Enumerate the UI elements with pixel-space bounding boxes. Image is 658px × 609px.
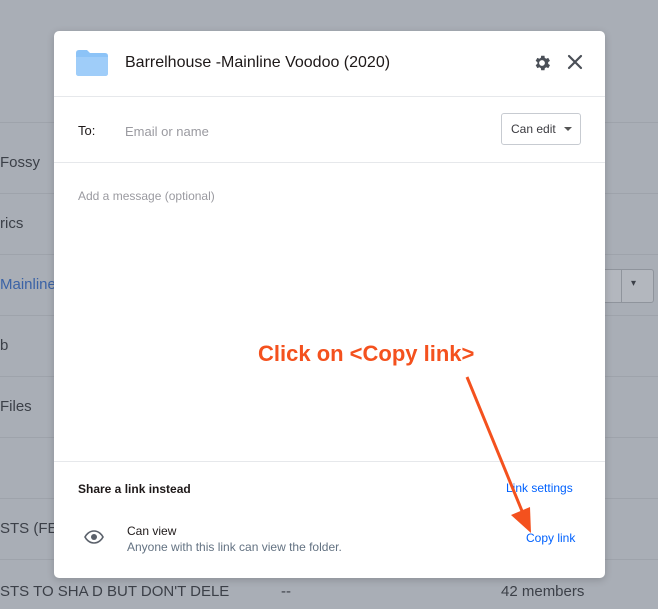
background-row-label: b <box>0 337 9 354</box>
background-row-label: STS TO SHA D BUT DON'T DELE <box>0 583 230 600</box>
background-row-label: Fossy <box>0 154 41 171</box>
share-link-heading: Share a link instead <box>78 482 191 496</box>
close-icon[interactable] <box>566 53 584 71</box>
background-row-label: Files <box>0 398 32 415</box>
recipient-input[interactable] <box>123 117 487 145</box>
eye-icon <box>84 530 104 544</box>
to-label: To: <box>78 123 96 138</box>
dialog-title: Barrelhouse -Mainline Voodoo (2020) <box>125 54 391 71</box>
share-dialog: Barrelhouse -Mainline Voodoo (2020) To: … <box>54 31 605 578</box>
chevron-down-icon <box>564 127 572 131</box>
button-divider <box>621 270 622 302</box>
gear-icon[interactable] <box>532 53 552 73</box>
message-field[interactable] <box>78 189 578 449</box>
link-settings-link[interactable]: Link settings <box>506 481 573 495</box>
permission-label: Can edit <box>511 122 556 136</box>
annotation-text: Click on <Copy link> <box>258 341 475 366</box>
background-row-label: Mainline <box>0 276 56 293</box>
share-link-section: Share a link instead Link settings Can v… <box>54 461 605 579</box>
access-level-label: Can view <box>127 524 177 538</box>
access-level-description: Anyone with this link can view the folde… <box>127 540 342 554</box>
folder-icon <box>76 50 108 76</box>
recipient-row: To: Can edit <box>54 97 605 163</box>
background-row-dash: -- <box>281 583 291 600</box>
copy-link-button[interactable]: Copy link <box>526 531 575 545</box>
caret-down-icon: ▾ <box>631 278 637 289</box>
background-row-members: 42 members <box>501 583 585 600</box>
dialog-header: Barrelhouse -Mainline Voodoo (2020) <box>54 31 605 97</box>
background-row-menu-button: ▾ <box>602 269 654 303</box>
permission-dropdown[interactable]: Can edit <box>501 113 581 145</box>
background-row-label: rics <box>0 215 24 232</box>
